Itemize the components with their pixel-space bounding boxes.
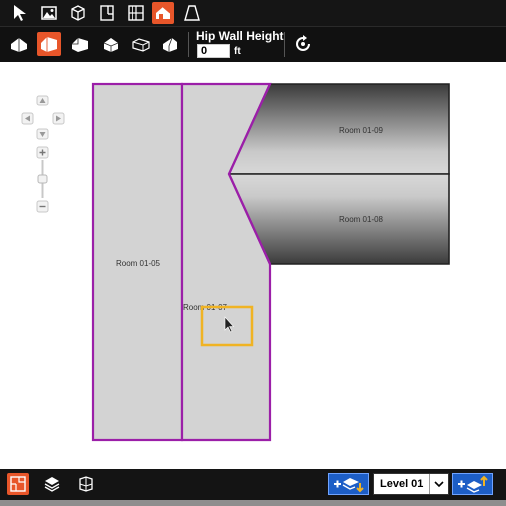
trapezoid-icon (184, 5, 200, 21)
add-level-below-button[interactable] (328, 473, 369, 495)
zoom-in-button[interactable] (36, 146, 49, 159)
add-level-above-icon (457, 475, 488, 493)
zoom-out-button[interactable] (36, 200, 49, 213)
pointer-icon (14, 5, 26, 21)
roof-icon (156, 6, 171, 19)
roof-style-shed[interactable] (158, 32, 182, 56)
image-icon (41, 6, 57, 20)
add-level-above-button[interactable] (452, 473, 493, 495)
layers-icon (44, 477, 60, 492)
hip-wall-height-unit: ft (234, 46, 241, 57)
window-grid-icon (128, 5, 144, 21)
level-select[interactable]: Level 01 (373, 473, 449, 495)
reset-icon (296, 35, 310, 51)
roof-style-gable[interactable] (37, 32, 61, 56)
flat-roof-icon (132, 38, 150, 52)
room-label: Room 01-05 (116, 259, 161, 268)
image-tool-button[interactable] (38, 2, 60, 24)
window-tool-button[interactable] (125, 2, 147, 24)
pan-left-button[interactable] (21, 112, 34, 125)
zoom-slider-handle[interactable] (37, 174, 48, 184)
floorplan-drawing: Room 01-05 Room 01-07 Room 01-09 Room 01… (21, 82, 450, 442)
toolbar-separator (284, 32, 285, 57)
floorplan-view-button[interactable] (7, 473, 29, 495)
cube-icon (71, 5, 85, 21)
drawing-canvas[interactable]: Room 01-05 Room 01-07 Room 01-09 Room 01… (0, 62, 506, 469)
hip-roof-icon (11, 38, 27, 52)
roof-tool-button[interactable] (152, 2, 174, 24)
room-label: Room 01-09 (339, 126, 384, 135)
reset-button[interactable] (291, 32, 315, 56)
pan-up-button[interactable] (36, 95, 49, 106)
pan-down-button[interactable] (36, 128, 49, 140)
roof-style-flat[interactable] (129, 32, 153, 56)
toolbar-separator (188, 32, 189, 57)
chevron-down-icon (429, 474, 448, 494)
bottom-edge (0, 500, 506, 506)
hip-wall-height-label: Hip Wall Height (196, 29, 284, 43)
level-select-value: Level 01 (380, 478, 424, 490)
gable-roof-icon (41, 37, 57, 52)
floorplan-icon (10, 476, 26, 492)
door-tool-button[interactable] (96, 2, 118, 24)
3d-box-tool-button[interactable] (67, 2, 89, 24)
shed-roof-icon (163, 37, 177, 52)
roof-style-hip[interactable] (7, 32, 31, 56)
door-icon (100, 5, 114, 21)
mansard-roof-icon (103, 38, 119, 52)
3d-view-button[interactable] (75, 473, 97, 495)
select-tool-button[interactable] (9, 2, 31, 24)
pan-zoom-controls (21, 95, 65, 213)
pan-right-button[interactable] (52, 112, 65, 125)
room-label: Room 01-08 (339, 215, 384, 224)
main-toolbar (0, 0, 506, 26)
roof-style-mansard[interactable] (99, 32, 123, 56)
hip-wall-height-input[interactable] (197, 44, 230, 58)
add-level-below-icon (333, 478, 364, 493)
roof-style-dutch[interactable] (68, 32, 92, 56)
3d-view-icon (79, 476, 93, 492)
dutch-roof-icon (72, 38, 88, 52)
perspective-tool-button[interactable] (181, 2, 203, 24)
layers-button[interactable] (41, 473, 63, 495)
